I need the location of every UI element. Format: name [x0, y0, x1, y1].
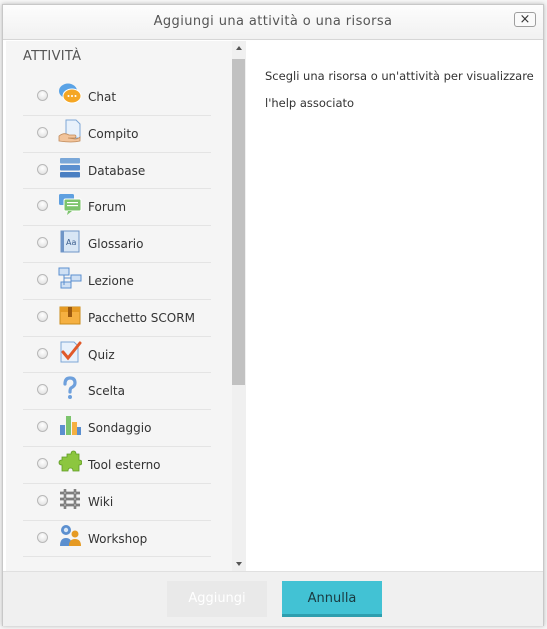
radio-button[interactable]	[37, 237, 48, 249]
dialog-footer: Aggiungi Annulla	[3, 571, 543, 626]
add-button[interactable]: Aggiungi	[167, 581, 267, 617]
option-quiz[interactable]: Quiz	[23, 337, 211, 374]
option-glossario[interactable]: Aa Glossario	[23, 226, 211, 263]
option-label: Scelta	[88, 384, 125, 399]
external-tool-icon	[58, 450, 83, 474]
option-lezione[interactable]: Lezione	[23, 263, 211, 300]
database-icon	[58, 156, 82, 180]
section-title: ATTIVITÀ	[23, 49, 82, 64]
option-label: Glossario	[88, 237, 144, 252]
quiz-icon	[58, 340, 82, 364]
dialog-title: Aggiungi una attività o una risorsa	[153, 14, 393, 29]
radio-button[interactable]	[37, 384, 48, 396]
option-pacchetto-scorm[interactable]: Pacchetto SCORM	[23, 300, 211, 337]
option-label: Quiz	[88, 347, 115, 362]
option-wiki[interactable]: Wiki	[23, 484, 211, 521]
svg-text:Aa: Aa	[66, 238, 76, 247]
option-label: Forum	[88, 200, 127, 215]
option-database[interactable]: Database	[23, 153, 211, 190]
option-tool-esterno[interactable]: Tool esterno	[23, 447, 211, 484]
radio-button[interactable]	[37, 126, 48, 138]
radio-button[interactable]	[37, 273, 48, 285]
option-workshop[interactable]: Workshop	[23, 521, 211, 558]
radio-button[interactable]	[37, 494, 48, 506]
option-label: Chat	[88, 90, 117, 104]
radio-button[interactable]	[37, 347, 48, 359]
option-compito[interactable]: Compito	[23, 116, 211, 153]
forum-icon	[58, 192, 82, 216]
cancel-button[interactable]: Annulla	[282, 581, 382, 617]
close-button[interactable]: ×	[514, 12, 536, 27]
option-scelta[interactable]: Scelta	[23, 373, 211, 411]
option-sondaggio[interactable]: Sondaggio	[23, 410, 211, 447]
survey-icon	[58, 413, 82, 437]
add-activity-dialog: Aggiungi una attività o una risorsa × AT…	[2, 4, 544, 626]
option-label: Wiki	[88, 494, 114, 509]
radio-button[interactable]	[37, 200, 48, 212]
option-chat[interactable]: Chat	[23, 79, 211, 116]
option-label: Sondaggio	[88, 421, 152, 436]
lesson-icon	[58, 266, 82, 290]
activity-list-pane: ATTIVITÀ Chat Compito Database Forum Aa …	[6, 41, 232, 571]
help-text: Scegli una risorsa o un'attività per vis…	[265, 69, 534, 110]
option-label: Pacchetto SCORM	[88, 310, 195, 325]
workshop-icon	[58, 524, 82, 548]
scroll-down-arrow-icon[interactable]	[236, 562, 242, 566]
radio-button[interactable]	[37, 163, 48, 175]
choice-icon	[58, 376, 82, 400]
help-pane: Scegli una risorsa o un'attività per vis…	[247, 41, 543, 571]
radio-button[interactable]	[37, 457, 48, 469]
option-label: Tool esterno	[88, 457, 161, 472]
scrollbar-thumb[interactable]	[232, 59, 245, 385]
wiki-icon	[58, 487, 82, 511]
close-icon: ×	[519, 12, 531, 27]
option-label: Compito	[88, 126, 139, 141]
radio-button[interactable]	[37, 531, 48, 543]
chat-icon	[58, 82, 82, 106]
scorm-package-icon	[58, 303, 82, 327]
option-label: Workshop	[88, 531, 148, 546]
radio-button[interactable]	[37, 90, 48, 101]
glossary-icon: Aa	[58, 229, 82, 253]
option-label: Database	[88, 163, 146, 178]
option-forum[interactable]: Forum	[23, 189, 211, 227]
scroll-up-arrow-icon[interactable]	[236, 46, 242, 50]
activity-list-scrollbar[interactable]	[232, 41, 246, 571]
option-label: Lezione	[88, 273, 134, 288]
radio-button[interactable]	[37, 421, 48, 433]
radio-button[interactable]	[37, 310, 48, 322]
activity-options: Chat Compito Database Forum Aa Glossario…	[23, 79, 211, 558]
assignment-icon	[58, 119, 82, 143]
dialog-header: Aggiungi una attività o una risorsa ×	[3, 5, 543, 40]
